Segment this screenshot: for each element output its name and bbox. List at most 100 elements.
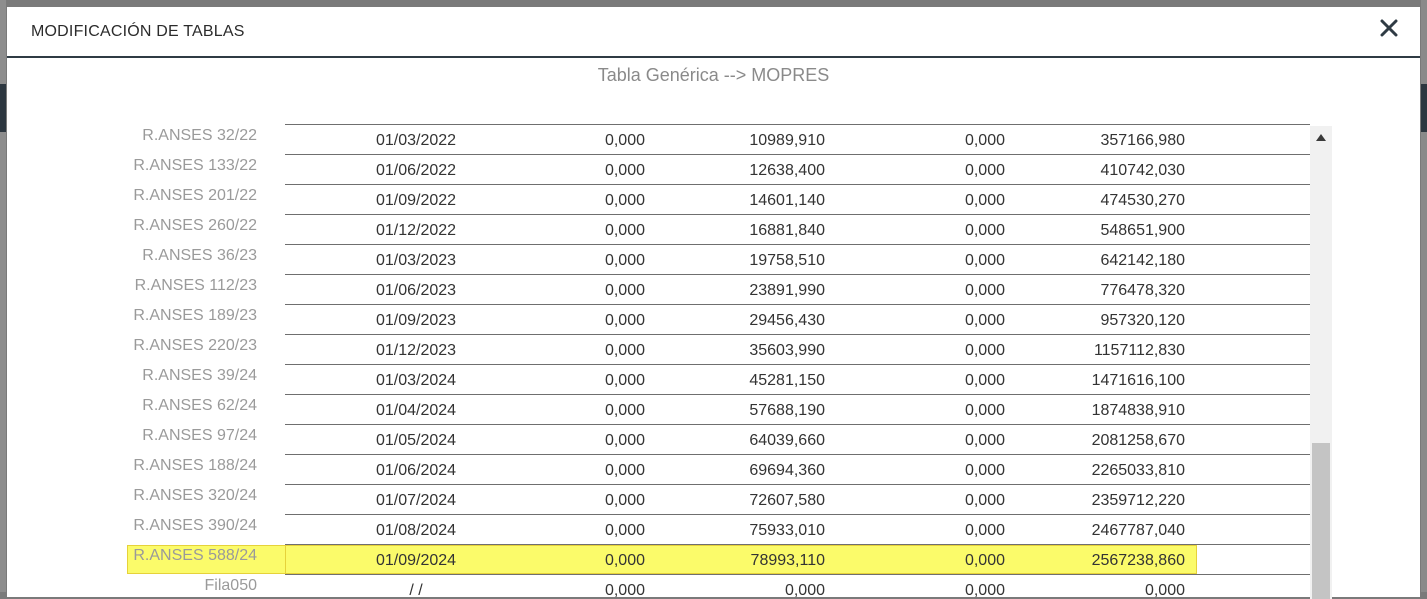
value-cell-4[interactable]: 548651,900 bbox=[1047, 222, 1185, 240]
value-cell-3[interactable]: 0,000 bbox=[907, 162, 1005, 180]
value-cell-4[interactable]: 776478,320 bbox=[1047, 282, 1185, 300]
value-cell-1[interactable]: 0,000 bbox=[547, 192, 645, 210]
value-cell-1[interactable]: 0,000 bbox=[547, 282, 645, 300]
date-cell[interactable]: 01/03/2024 bbox=[367, 372, 465, 390]
table-row[interactable]: Fila050 / / 0,000 0,000 0,000 0,000 bbox=[7, 574, 1420, 599]
date-cell[interactable]: 01/07/2024 bbox=[367, 492, 465, 510]
value-cell-1[interactable]: 0,000 bbox=[547, 402, 645, 420]
value-cell-2[interactable]: 19758,510 bbox=[697, 252, 825, 270]
table-row[interactable]: R.ANSES 97/24 01/05/2024 0,000 64039,660 0,0… bbox=[7, 424, 1420, 454]
table-row[interactable]: R.ANSES 112/23 01/06/2023 0,000 23891,990 0,… bbox=[7, 274, 1420, 304]
date-cell[interactable]: 01/08/2024 bbox=[367, 522, 465, 540]
table-row[interactable]: R.ANSES 62/24 01/04/2024 0,000 57688,190 0,0… bbox=[7, 394, 1420, 424]
table-row[interactable]: R.ANSES 220/23 01/12/2023 0,000 35603,990 0,… bbox=[7, 334, 1420, 364]
value-cell-3[interactable]: 0,000 bbox=[907, 282, 1005, 300]
value-cell-2[interactable]: 35603,990 bbox=[697, 342, 825, 360]
value-cell-2[interactable]: 57688,190 bbox=[697, 402, 825, 420]
table-row[interactable]: R.ANSES 188/24 01/06/2024 0,000 69694,360 0,… bbox=[7, 454, 1420, 484]
value-cell-2[interactable]: 0,000 bbox=[697, 582, 825, 599]
value-cell-2[interactable]: 69694,360 bbox=[697, 462, 825, 480]
value-cell-4[interactable]: 1471616,100 bbox=[1047, 372, 1185, 390]
value-cell-3[interactable]: 0,000 bbox=[907, 522, 1005, 540]
table-row[interactable]: R.ANSES 201/22 01/09/2022 0,000 14601,140 0,… bbox=[7, 184, 1420, 214]
date-cell[interactable]: 01/06/2023 bbox=[367, 282, 465, 300]
table-row[interactable]: R.ANSES 39/24 01/03/2024 0,000 45281,150 0,0… bbox=[7, 364, 1420, 394]
value-cell-1[interactable]: 0,000 bbox=[547, 462, 645, 480]
value-cell-4[interactable]: 957320,120 bbox=[1047, 312, 1185, 330]
table-row[interactable]: R.ANSES 36/23 01/03/2023 0,000 19758,510 0,0… bbox=[7, 244, 1420, 274]
date-cell[interactable]: 01/06/2022 bbox=[367, 162, 465, 180]
value-cell-4[interactable]: 1157112,830 bbox=[1047, 342, 1185, 360]
value-cell-3[interactable]: 0,000 bbox=[907, 192, 1005, 210]
value-cell-3[interactable]: 0,000 bbox=[907, 372, 1005, 390]
date-cell[interactable]: 01/09/2024 bbox=[367, 552, 465, 570]
value-cell-3[interactable]: 0,000 bbox=[907, 132, 1005, 150]
value-cell-2[interactable]: 29456,430 bbox=[697, 312, 825, 330]
value-cell-2[interactable]: 75933,010 bbox=[697, 522, 825, 540]
value-cell-4[interactable]: 0,000 bbox=[1047, 582, 1185, 599]
data-grid: R.ANSES 32/22 01/03/2022 0,000 10989,910 0,0… bbox=[7, 124, 1420, 599]
value-cell-2[interactable]: 23891,990 bbox=[697, 282, 825, 300]
value-cell-3[interactable]: 0,000 bbox=[907, 552, 1005, 570]
value-cell-3[interactable]: 0,000 bbox=[907, 582, 1005, 599]
value-cell-4[interactable]: 1874838,910 bbox=[1047, 402, 1185, 420]
value-cell-1[interactable]: 0,000 bbox=[547, 552, 645, 570]
value-cell-1[interactable]: 0,000 bbox=[547, 222, 645, 240]
table-row[interactable]: R.ANSES 390/24 01/08/2024 0,000 75933,010 0,… bbox=[7, 514, 1420, 544]
value-cell-2[interactable]: 64039,660 bbox=[697, 432, 825, 450]
date-cell[interactable]: 01/03/2022 bbox=[367, 132, 465, 150]
date-cell[interactable]: 01/03/2023 bbox=[367, 252, 465, 270]
value-cell-4[interactable]: 2467787,040 bbox=[1047, 522, 1185, 540]
value-cell-1[interactable]: 0,000 bbox=[547, 492, 645, 510]
table-row[interactable]: R.ANSES 189/23 01/09/2023 0,000 29456,430 0,… bbox=[7, 304, 1420, 334]
value-cell-4[interactable]: 2265033,810 bbox=[1047, 462, 1185, 480]
date-cell[interactable]: 01/05/2024 bbox=[367, 432, 465, 450]
value-cell-2[interactable]: 10989,910 bbox=[697, 132, 825, 150]
date-cell[interactable]: 01/06/2024 bbox=[367, 462, 465, 480]
scrollbar-thumb[interactable] bbox=[1312, 443, 1330, 599]
value-cell-4[interactable]: 642142,180 bbox=[1047, 252, 1185, 270]
value-cell-2[interactable]: 45281,150 bbox=[697, 372, 825, 390]
value-cell-2[interactable]: 14601,140 bbox=[697, 192, 825, 210]
value-cell-1[interactable]: 0,000 bbox=[547, 162, 645, 180]
value-cell-1[interactable]: 0,000 bbox=[547, 312, 645, 330]
date-cell[interactable]: 01/09/2023 bbox=[367, 312, 465, 330]
value-cell-1[interactable]: 0,000 bbox=[547, 252, 645, 270]
date-cell[interactable]: 01/09/2022 bbox=[367, 192, 465, 210]
value-cell-3[interactable]: 0,000 bbox=[907, 402, 1005, 420]
value-cell-2[interactable]: 12638,400 bbox=[697, 162, 825, 180]
value-cell-4[interactable]: 357166,980 bbox=[1047, 132, 1185, 150]
value-cell-3[interactable]: 0,000 bbox=[907, 222, 1005, 240]
value-cell-3[interactable]: 0,000 bbox=[907, 252, 1005, 270]
date-cell[interactable]: / / bbox=[367, 582, 465, 599]
close-button[interactable] bbox=[1376, 17, 1402, 43]
table-row[interactable]: R.ANSES 32/22 01/03/2022 0,000 10989,910 0,0… bbox=[7, 124, 1420, 154]
value-cell-4[interactable]: 2359712,220 bbox=[1047, 492, 1185, 510]
value-cell-4[interactable]: 2567238,860 bbox=[1047, 552, 1185, 570]
date-cell[interactable]: 01/12/2022 bbox=[367, 222, 465, 240]
value-cell-1[interactable]: 0,000 bbox=[547, 342, 645, 360]
table-row[interactable]: R.ANSES 260/22 01/12/2022 0,000 16881,840 0,… bbox=[7, 214, 1420, 244]
date-cell[interactable]: 01/04/2024 bbox=[367, 402, 465, 420]
value-cell-1[interactable]: 0,000 bbox=[547, 372, 645, 390]
table-row[interactable]: R.ANSES 133/22 01/06/2022 0,000 12638,400 0,… bbox=[7, 154, 1420, 184]
value-cell-1[interactable]: 0,000 bbox=[547, 522, 645, 540]
value-cell-2[interactable]: 72607,580 bbox=[697, 492, 825, 510]
value-cell-1[interactable]: 0,000 bbox=[547, 432, 645, 450]
value-cell-1[interactable]: 0,000 bbox=[547, 582, 645, 599]
value-cell-3[interactable]: 0,000 bbox=[907, 312, 1005, 330]
value-cell-3[interactable]: 0,000 bbox=[907, 492, 1005, 510]
value-cell-3[interactable]: 0,000 bbox=[907, 342, 1005, 360]
value-cell-3[interactable]: 0,000 bbox=[907, 462, 1005, 480]
value-cell-2[interactable]: 78993,110 bbox=[697, 552, 825, 570]
value-cell-2[interactable]: 16881,840 bbox=[697, 222, 825, 240]
date-cell[interactable]: 01/12/2023 bbox=[367, 342, 465, 360]
table-row[interactable]: R.ANSES 588/24 01/09/2024 0,000 78993,110 0,… bbox=[7, 544, 1420, 574]
table-row[interactable]: R.ANSES 320/24 01/07/2024 0,000 72607,580 0,… bbox=[7, 484, 1420, 514]
value-cell-4[interactable]: 2081258,670 bbox=[1047, 432, 1185, 450]
scroll-up-button[interactable] bbox=[1310, 126, 1332, 148]
value-cell-3[interactable]: 0,000 bbox=[907, 432, 1005, 450]
value-cell-1[interactable]: 0,000 bbox=[547, 132, 645, 150]
value-cell-4[interactable]: 474530,270 bbox=[1047, 192, 1185, 210]
value-cell-4[interactable]: 410742,030 bbox=[1047, 162, 1185, 180]
